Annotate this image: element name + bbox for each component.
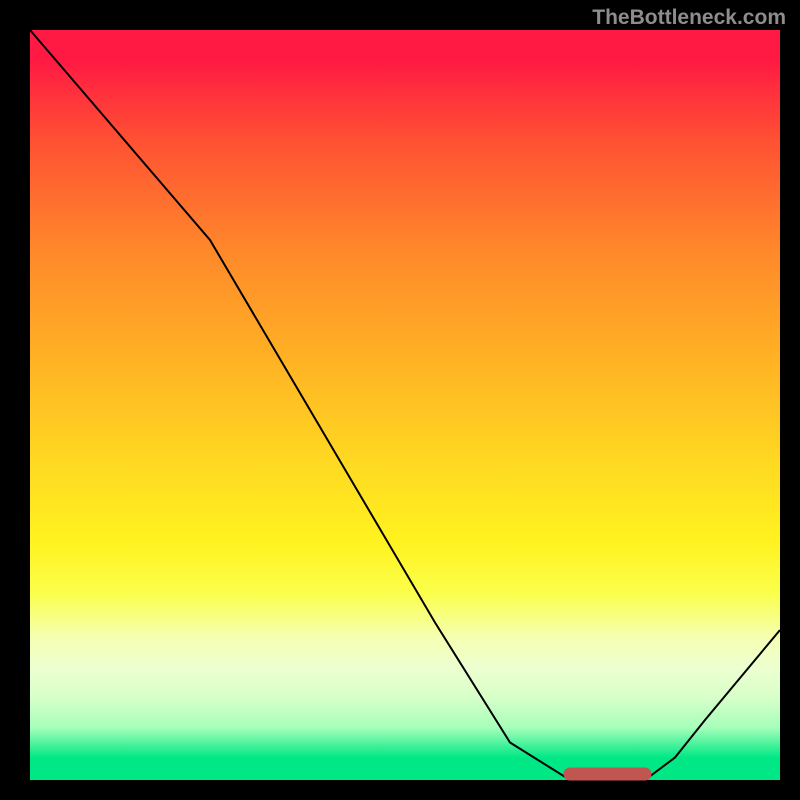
watermark-text: TheBottleneck.com xyxy=(592,6,786,30)
bottleneck-curve xyxy=(30,30,780,780)
chart-overlay xyxy=(30,30,780,780)
chart-container: TheBottleneck.com xyxy=(0,0,800,800)
